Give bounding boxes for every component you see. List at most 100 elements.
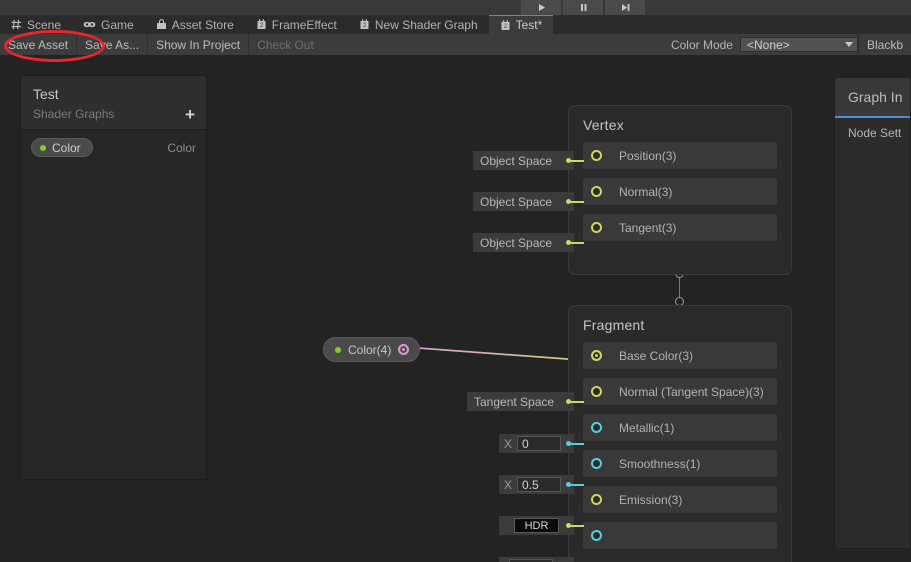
alpha-value-field[interactable] bbox=[499, 557, 574, 562]
color-property-node[interactable]: Color(4) bbox=[323, 337, 421, 362]
position-space-dropdown[interactable]: Object Space bbox=[473, 151, 574, 170]
control-label: Object Space bbox=[480, 153, 553, 168]
save-asset-button[interactable]: Save Asset bbox=[0, 34, 78, 55]
metallic-value-field[interactable]: X 0 bbox=[499, 434, 574, 453]
tangent-space-dropdown[interactable]: Object Space bbox=[473, 233, 574, 252]
slot-label: Emission(3) bbox=[619, 492, 683, 507]
slot-position[interactable]: Position(3) bbox=[583, 142, 777, 169]
editor-play-bar bbox=[0, 0, 911, 15]
shadergraph-icon: 2 bbox=[500, 19, 511, 31]
color-swatch-icon bbox=[40, 144, 46, 151]
tab-game[interactable]: Game bbox=[72, 15, 145, 34]
show-in-project-button[interactable]: Show In Project bbox=[148, 34, 250, 55]
port-normal[interactable] bbox=[591, 186, 602, 197]
store-icon bbox=[156, 19, 167, 30]
normal-space-mode-dropdown[interactable]: Tangent Space bbox=[467, 392, 574, 411]
fragment-master-node[interactable]: Fragment Base Color(3) Normal (Tangent S… bbox=[568, 305, 792, 562]
color-mode-value: <None> bbox=[746, 37, 790, 52]
port-alpha[interactable] bbox=[591, 530, 602, 541]
tab-label: Asset Store bbox=[171, 17, 234, 32]
shader-graph-toolbar: Save Asset Save As... Show In Project Ch… bbox=[0, 34, 911, 56]
slot-label: Normal(3) bbox=[619, 184, 673, 199]
slot-label: Tangent(3) bbox=[619, 220, 677, 235]
slot-clipped-bottom[interactable] bbox=[583, 522, 777, 549]
slot-normal-tangent-space[interactable]: Normal (Tangent Space)(3) bbox=[583, 378, 777, 405]
port-smoothness[interactable] bbox=[591, 458, 602, 469]
shader-graph-window: Scene Game Asset Store 2 FrameEffect 2 N… bbox=[0, 0, 911, 562]
control-label: Object Space bbox=[480, 235, 553, 250]
color-mode-dropdown[interactable]: <None> bbox=[739, 37, 858, 52]
blackboard-toggle-button[interactable]: Blackb bbox=[857, 34, 911, 55]
tab-new-shader-graph[interactable]: 2 New Shader Graph bbox=[348, 15, 489, 34]
pause-button[interactable] bbox=[563, 0, 603, 15]
property-name: Color bbox=[52, 140, 81, 155]
slot-smoothness[interactable]: Smoothness(1) bbox=[583, 450, 777, 477]
tab-label: FrameEffect bbox=[271, 17, 337, 32]
editor-tab-strip: Scene Game Asset Store 2 FrameEffect 2 N… bbox=[0, 15, 911, 35]
slot-label: Metallic(1) bbox=[619, 420, 675, 435]
axis-label-x: X bbox=[504, 477, 513, 492]
slot-label: Position(3) bbox=[619, 148, 677, 163]
hdr-badge[interactable]: HDR bbox=[513, 518, 560, 533]
normal-space-dropdown[interactable]: Object Space bbox=[473, 192, 574, 211]
slot-tangent[interactable]: Tangent(3) bbox=[583, 214, 777, 241]
tab-label: Game bbox=[101, 17, 134, 32]
shadergraph-icon: 2 bbox=[256, 19, 267, 30]
port-emission[interactable] bbox=[591, 494, 602, 505]
slot-label: Smoothness(1) bbox=[619, 456, 701, 471]
tab-label: New Shader Graph bbox=[374, 17, 478, 32]
port-normal-tangent-space[interactable] bbox=[591, 386, 602, 397]
stub-wire-tangent bbox=[570, 241, 584, 244]
slot-base-color[interactable]: Base Color(3) bbox=[583, 342, 777, 369]
stub-wire-normal-ts bbox=[570, 400, 584, 403]
color-mode-label: Color Mode bbox=[670, 37, 733, 52]
chevron-down-icon bbox=[844, 42, 853, 47]
list-item[interactable]: Color Color bbox=[31, 138, 196, 157]
smoothness-input[interactable]: 0.5 bbox=[517, 477, 562, 492]
color-swatch-icon bbox=[335, 346, 341, 353]
blackboard-header: Test Shader Graphs + bbox=[21, 76, 206, 130]
control-label: Tangent Space bbox=[474, 394, 555, 409]
port-metallic[interactable] bbox=[591, 422, 602, 433]
control-label: Object Space bbox=[480, 194, 553, 209]
metallic-input[interactable]: 0 bbox=[517, 436, 562, 451]
graph-canvas[interactable]: Test Shader Graphs + Color Color Vertex … bbox=[0, 55, 911, 562]
stub-wire-metallic bbox=[570, 442, 584, 445]
tab-test[interactable]: 2 Test* bbox=[488, 15, 554, 34]
inspector-title: Graph In bbox=[835, 78, 910, 118]
blackboard-panel[interactable]: Test Shader Graphs + Color Color bbox=[20, 75, 207, 480]
step-button[interactable] bbox=[605, 0, 645, 15]
emission-color-field[interactable]: HDR bbox=[499, 516, 574, 535]
tab-frameeffect[interactable]: 2 FrameEffect bbox=[245, 15, 348, 34]
vertex-master-node[interactable]: Vertex Position(3) Normal(3) Tangent(3) bbox=[568, 105, 792, 275]
shadergraph-icon: 2 bbox=[359, 19, 370, 30]
slot-label: Normal (Tangent Space)(3) bbox=[619, 384, 764, 399]
port-position[interactable] bbox=[591, 150, 602, 161]
add-property-button[interactable]: + bbox=[185, 106, 195, 123]
slot-emission[interactable]: Emission(3) bbox=[583, 486, 777, 513]
port-base-color[interactable] bbox=[591, 350, 602, 361]
tab-label: Scene bbox=[27, 17, 62, 32]
stub-wire-smoothness bbox=[570, 483, 584, 486]
stub-wire-position bbox=[570, 159, 584, 162]
check-out-button: Check Out bbox=[257, 37, 314, 52]
slot-normal[interactable]: Normal(3) bbox=[583, 178, 777, 205]
blackboard-title: Test bbox=[33, 86, 59, 102]
stub-wire-normal bbox=[570, 200, 584, 203]
graph-inspector-panel[interactable]: Graph In Node Sett bbox=[834, 77, 911, 549]
play-button[interactable] bbox=[521, 0, 561, 15]
smoothness-value-field[interactable]: X 0.5 bbox=[499, 475, 574, 494]
stub-wire-emission bbox=[570, 524, 584, 527]
tab-asset-store[interactable]: Asset Store bbox=[145, 15, 245, 34]
tab-node-settings[interactable]: Node Sett bbox=[835, 118, 910, 140]
slot-metallic[interactable]: Metallic(1) bbox=[583, 414, 777, 441]
property-pill-color[interactable]: Color bbox=[31, 138, 93, 157]
tab-scene[interactable]: Scene bbox=[0, 15, 72, 34]
grid-icon bbox=[11, 19, 22, 30]
axis-label-x: X bbox=[504, 436, 513, 451]
port-tangent[interactable] bbox=[591, 222, 602, 233]
port-color-output[interactable] bbox=[398, 344, 410, 355]
slot-label: Base Color(3) bbox=[619, 348, 694, 363]
gamepad-icon bbox=[83, 19, 96, 30]
save-as-button[interactable]: Save As... bbox=[77, 34, 149, 55]
